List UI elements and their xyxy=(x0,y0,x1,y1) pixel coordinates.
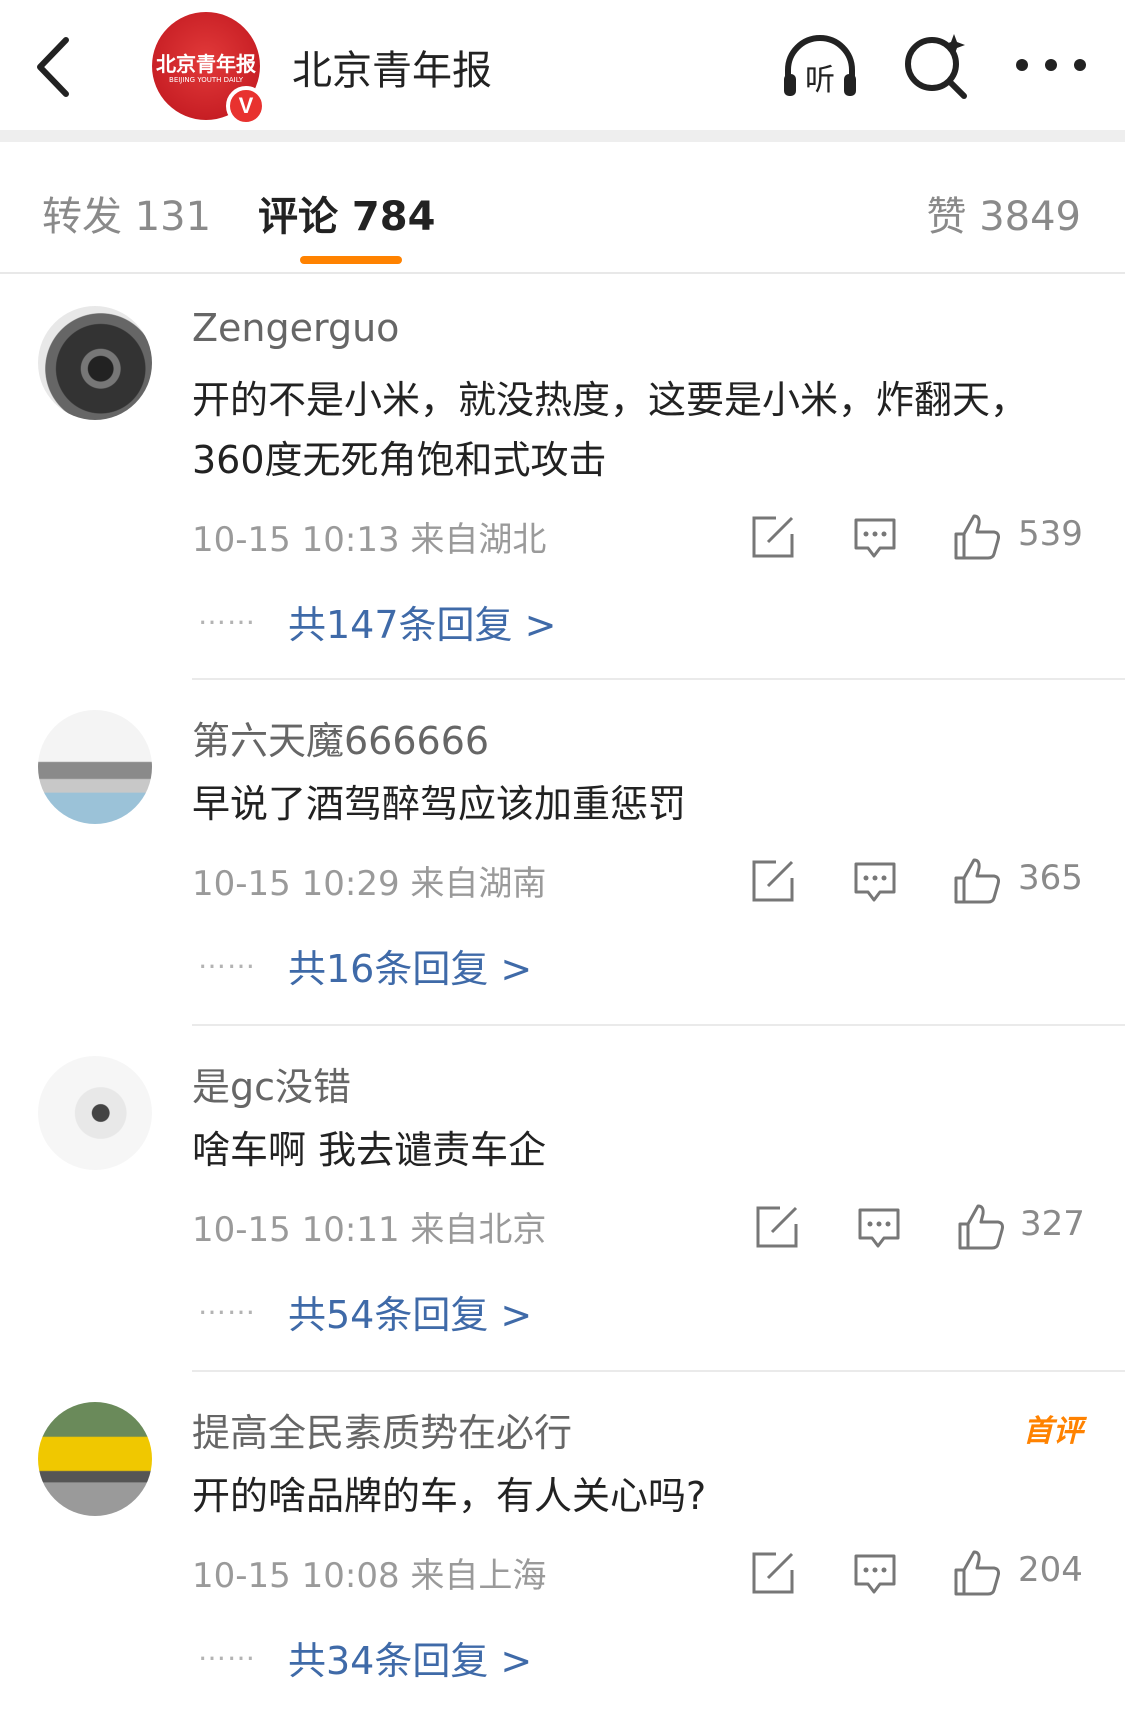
section-divider xyxy=(0,130,1125,142)
comment-meta: 10-15 10:29 来自湖南 xyxy=(192,864,547,904)
snowboarder-avatar[interactable] xyxy=(38,1056,152,1170)
verified-badge: V xyxy=(226,86,266,126)
share-icon[interactable] xyxy=(750,514,796,560)
account-logo-text: 北京青年报 xyxy=(156,52,256,76)
thumbs-up-icon[interactable] xyxy=(956,1202,1006,1252)
view-replies-link[interactable]: 共147条回复 > xyxy=(288,594,556,649)
comment-meta: 10-15 10:13 来自湖北 xyxy=(192,520,547,560)
view-replies-link[interactable]: 共16条回复 > xyxy=(288,938,532,993)
yellow-car-avatar[interactable] xyxy=(38,1402,152,1516)
top-bar: 北京青年报 BEIJING YOUTH DAILY V 北京青年报 听 xyxy=(0,0,1125,130)
tab-bar: 转发 131 评论 784 赞 3849 xyxy=(0,142,1125,274)
reply-dots: …… xyxy=(198,598,256,631)
thumbs-up-icon[interactable] xyxy=(952,1548,1002,1598)
more-options-icon[interactable] xyxy=(1012,50,1090,80)
reply-icon[interactable] xyxy=(852,860,898,906)
like-count: 327 xyxy=(1020,1204,1085,1244)
comment-item: 提高全民素质势在必行 首评 开的啥品牌的车，有人关心吗? 10-15 10:08… xyxy=(0,1372,1125,1718)
first-comment-badge: 首评 xyxy=(1023,1414,1083,1449)
account-logo-subtext: BEIJING YOUTH DAILY xyxy=(169,76,243,84)
listen-label: 听 xyxy=(805,63,835,98)
comment-text: 开的不是小米，就没热度，这要是小米，炸翻天，360度无死角饱和式攻击 xyxy=(192,378,1029,482)
comment-text: 早说了酒驾醉驾应该加重惩罚 xyxy=(192,782,687,826)
comment-username[interactable]: Zengerguo xyxy=(192,306,399,350)
tab-likes[interactable]: 赞 3849 xyxy=(926,184,1081,242)
comment-username[interactable]: 第六天魔666666 xyxy=(192,710,489,765)
tab-comments[interactable]: 评论 784 xyxy=(258,184,435,242)
thumbs-up-icon[interactable] xyxy=(952,512,1002,562)
reply-icon[interactable] xyxy=(852,1552,898,1598)
like-count: 539 xyxy=(1018,514,1083,554)
brake-disc-avatar[interactable] xyxy=(38,306,152,420)
account-name[interactable]: 北京青年报 xyxy=(292,38,492,96)
share-icon[interactable] xyxy=(750,1550,796,1596)
share-icon[interactable] xyxy=(754,1204,800,1250)
view-replies-link[interactable]: 共54条回复 > xyxy=(288,1284,532,1339)
reply-dots: …… xyxy=(198,1288,256,1321)
comment-item: 是gc没错 啥车啊 我去谴责车企 10-15 10:11 来自北京 327 ……… xyxy=(0,1026,1125,1372)
comment-item: Zengerguo 开的不是小米，就没热度，这要是小米，炸翻天，360度无死角饱… xyxy=(0,276,1125,680)
comment-username[interactable]: 是gc没错 xyxy=(192,1056,351,1111)
active-tab-indicator xyxy=(300,256,402,264)
tab-repost[interactable]: 转发 131 xyxy=(42,184,211,242)
reply-icon[interactable] xyxy=(856,1206,902,1252)
comment-text: 开的啥品牌的车，有人关心吗? xyxy=(192,1474,707,1518)
like-count: 204 xyxy=(1018,1550,1083,1590)
comment-username[interactable]: 提高全民素质势在必行 xyxy=(192,1402,572,1457)
comment-item: 第六天魔666666 早说了酒驾醉驾应该加重惩罚 10-15 10:29 来自湖… xyxy=(0,680,1125,1026)
boat-crowd-avatar[interactable] xyxy=(38,710,152,824)
share-icon[interactable] xyxy=(750,858,796,904)
search-icon[interactable] xyxy=(900,30,972,102)
reply-icon[interactable] xyxy=(852,516,898,562)
back-arrow-icon[interactable] xyxy=(30,32,80,102)
reply-dots: …… xyxy=(198,1634,256,1667)
view-replies-link[interactable]: 共34条回复 > xyxy=(288,1630,532,1685)
listen-headphones-icon[interactable]: 听 xyxy=(780,30,860,100)
reply-dots: …… xyxy=(198,942,256,975)
account-avatar[interactable]: 北京青年报 BEIJING YOUTH DAILY V xyxy=(152,12,266,126)
like-count: 365 xyxy=(1018,858,1083,898)
comment-meta: 10-15 10:08 来自上海 xyxy=(192,1556,547,1596)
comment-text: 啥车啊 我去谴责车企 xyxy=(192,1128,547,1172)
thumbs-up-icon[interactable] xyxy=(952,856,1002,906)
comment-meta: 10-15 10:11 来自北京 xyxy=(192,1210,547,1250)
